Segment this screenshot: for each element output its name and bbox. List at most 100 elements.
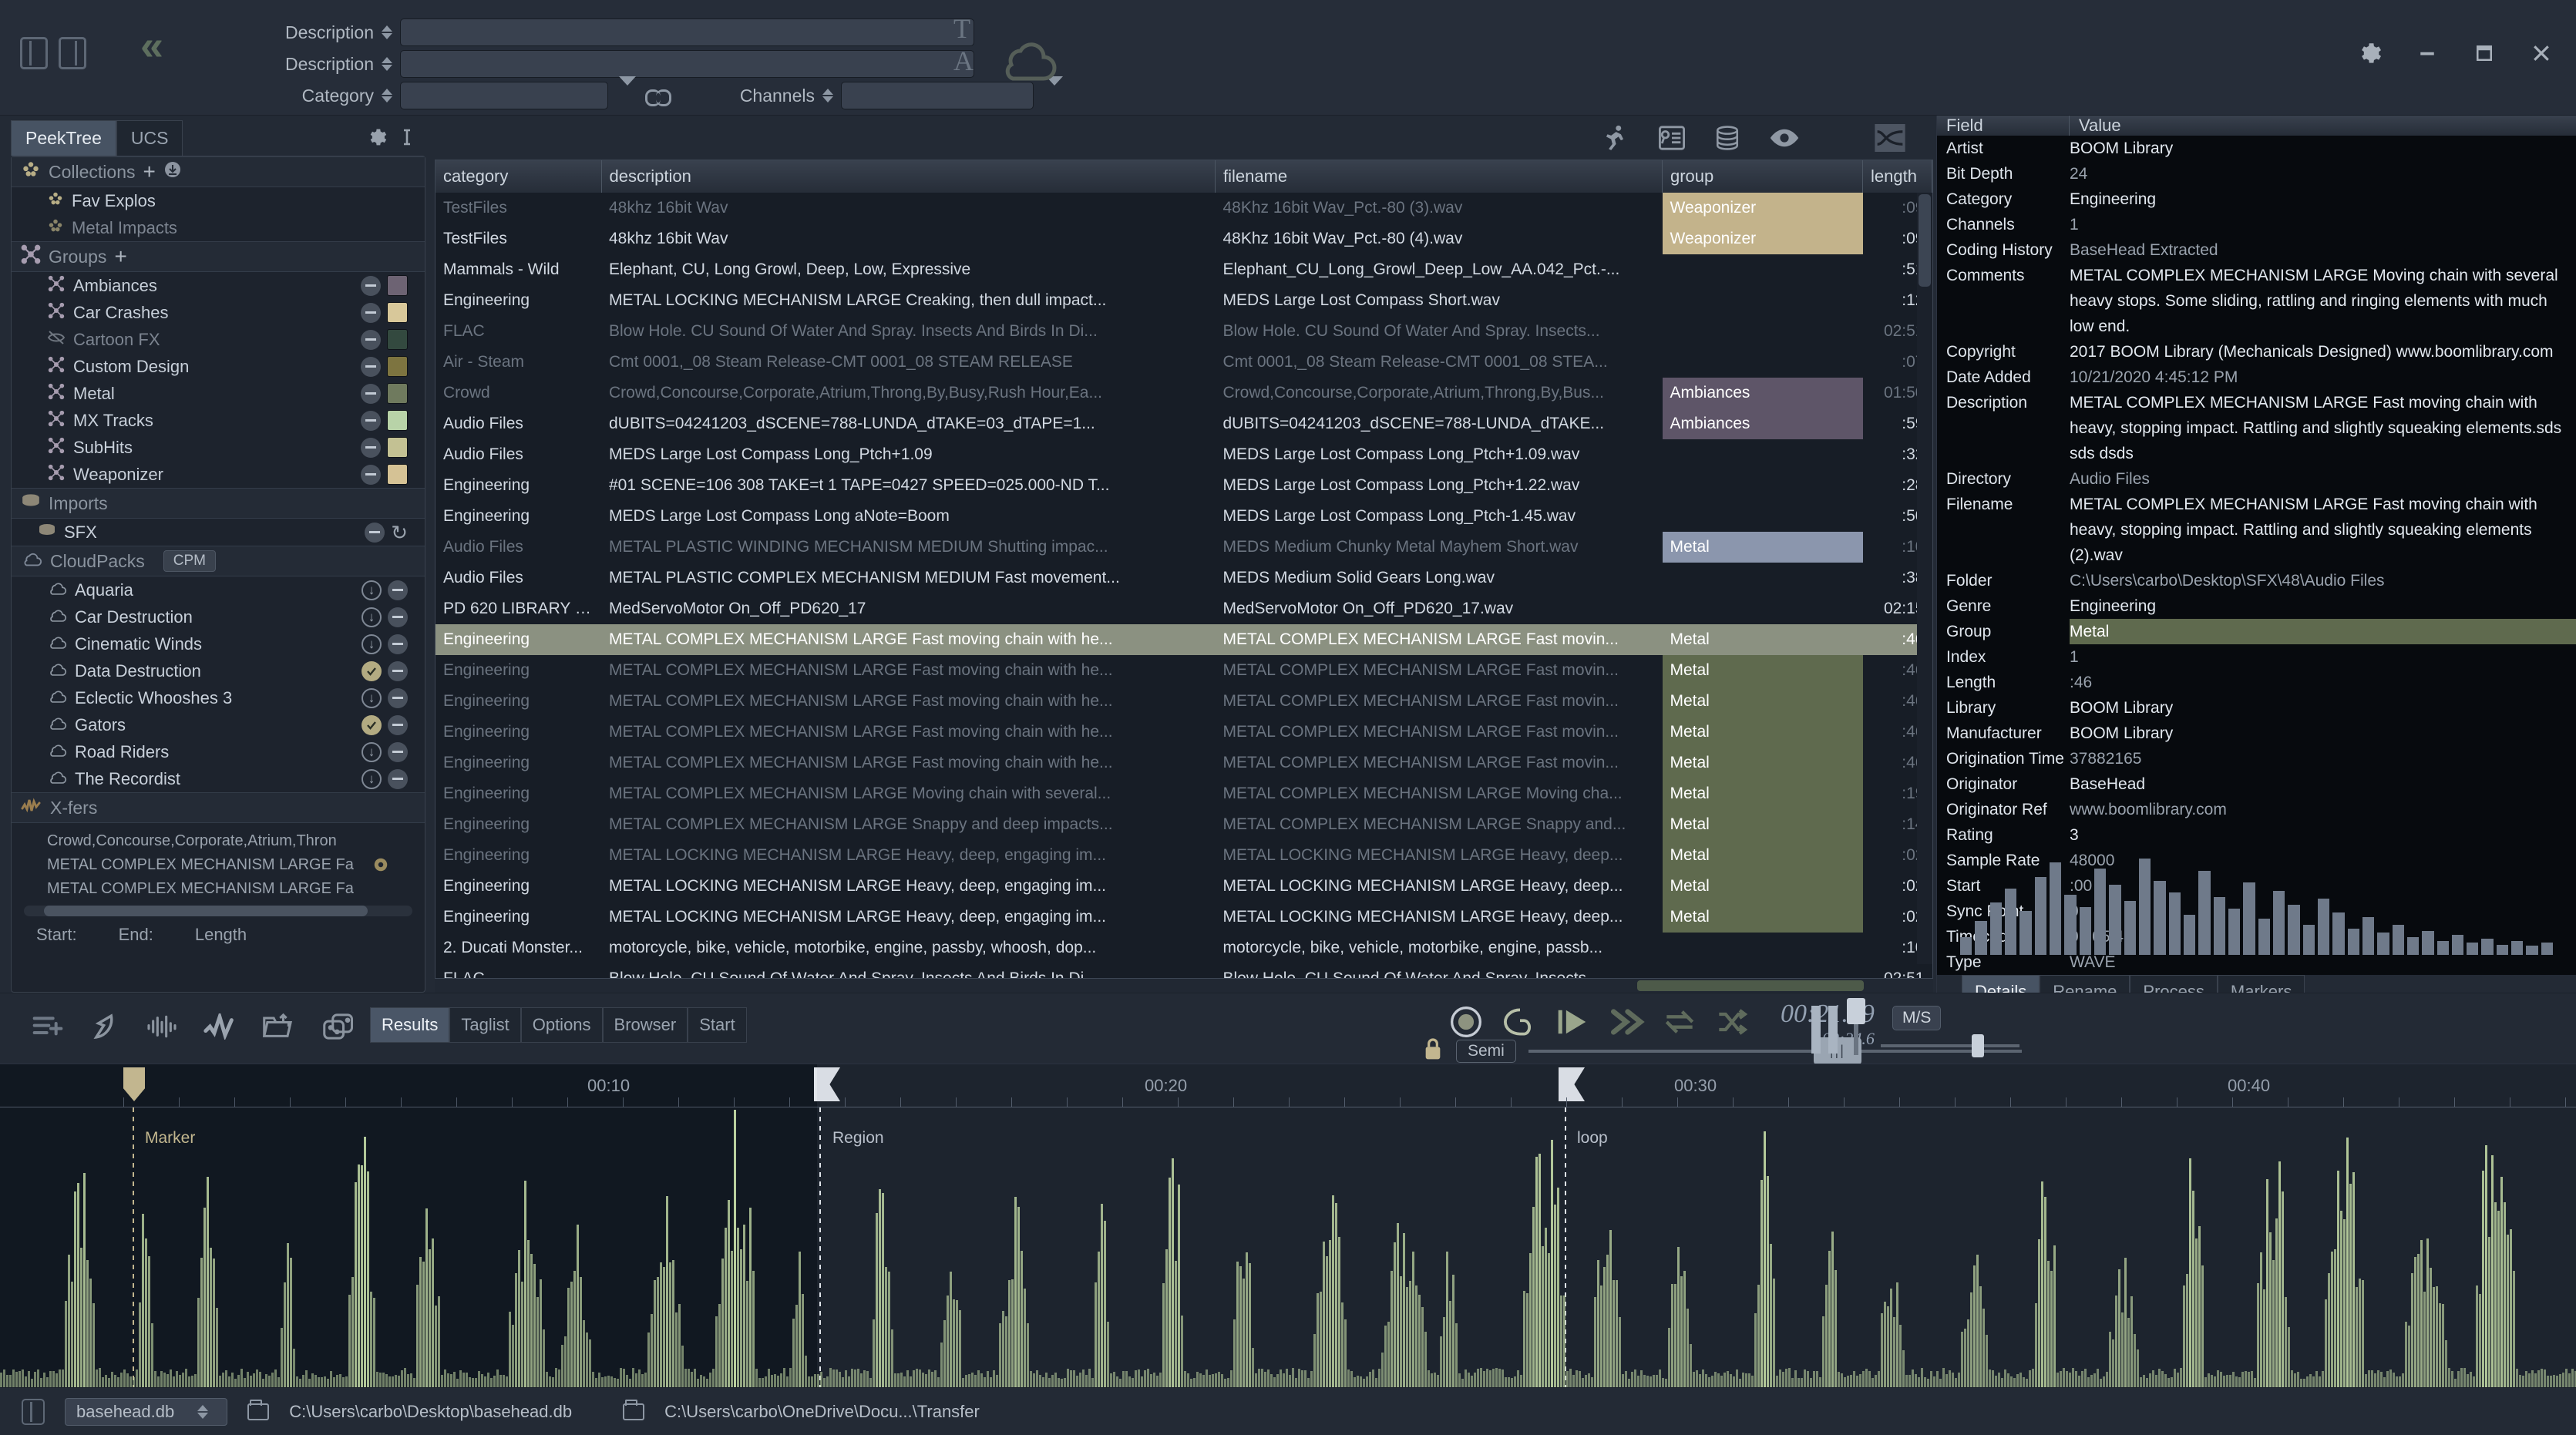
search-input-category[interactable] <box>400 82 608 109</box>
tab-peektree[interactable]: PeekTree <box>11 120 116 156</box>
link-icon[interactable] <box>645 87 671 106</box>
section-groups[interactable]: Groups + <box>12 241 425 272</box>
list-item[interactable]: Ambiances <box>12 272 425 299</box>
add-to-list-icon[interactable] <box>32 1014 63 1043</box>
downloaded-check-icon[interactable] <box>362 714 382 735</box>
sort-toggle-icon-1[interactable] <box>382 25 392 39</box>
column-header-group[interactable]: group <box>1662 160 1863 193</box>
detail-value[interactable]: Audio Files <box>2070 466 2576 492</box>
section-cloudpacks[interactable]: CloudPacks CPM <box>12 546 425 576</box>
list-item[interactable]: MX Tracks <box>12 407 425 434</box>
channels-dropdown-icon[interactable] <box>1046 76 1063 106</box>
waveform-view[interactable]: 00:10 00:20 00:30 00:40 Marker Region lo… <box>0 1064 2576 1387</box>
detail-value[interactable]: 24 <box>2070 161 2576 187</box>
list-item[interactable]: Eclectic Whooshes 3 <box>12 684 425 711</box>
table-row[interactable]: Audio Files METAL PLASTIC WINDING MECHANI… <box>435 532 1932 563</box>
remove-icon[interactable] <box>388 580 408 600</box>
group-color-swatch[interactable] <box>387 356 408 377</box>
remove-icon[interactable] <box>388 768 408 789</box>
remove-icon[interactable] <box>388 687 408 708</box>
table-row[interactable]: FLAC Blow Hole. CU Sound Of Water And Spr… <box>435 316 1932 347</box>
table-row[interactable]: Engineering #01 SCENE=106 308 TAKE=t 1 TA… <box>435 470 1932 501</box>
window-controls[interactable] <box>2356 40 2553 71</box>
list-item[interactable]: Weaponizer <box>12 461 425 488</box>
duplicate-icon[interactable] <box>322 1013 356 1045</box>
tab-options[interactable]: Options <box>520 1007 603 1043</box>
detail-value[interactable]: Engineering <box>2070 593 2576 619</box>
table-row[interactable]: Engineering METAL COMPLEX MECHANISM LARGE… <box>435 686 1932 717</box>
pitch-slider[interactable]: ||| <box>1528 1037 2022 1065</box>
remove-icon[interactable] <box>388 607 408 627</box>
download-icon[interactable] <box>362 580 382 600</box>
cloudpack-actions[interactable] <box>362 607 408 627</box>
column-header-length[interactable]: length <box>1862 160 1932 193</box>
table-row[interactable]: Audio Files MEDS Large Lost Compass Long_… <box>435 439 1932 470</box>
detail-value[interactable]: BOOM Library <box>2070 695 2576 721</box>
remove-icon[interactable] <box>361 302 381 323</box>
group-color-swatch[interactable] <box>387 464 408 485</box>
cloudpack-actions[interactable] <box>362 580 408 600</box>
detail-value[interactable]: 3 <box>2070 822 2576 848</box>
results-vertical-scrollbar[interactable] <box>1917 193 1932 965</box>
lock-icon[interactable] <box>1422 1037 1444 1066</box>
group-actions[interactable] <box>361 356 408 377</box>
table-row[interactable]: TestFiles 48khz 16bit Wav 48Khz 16bit Wav_… <box>435 193 1932 223</box>
left-tool-icons[interactable] <box>0 1010 356 1045</box>
database-dropdown-icon[interactable] <box>197 1404 209 1419</box>
list-item[interactable]: The Recordist <box>12 765 425 792</box>
list-item[interactable]: Car Crashes <box>12 299 425 326</box>
tab-ucs[interactable]: UCS <box>116 120 183 156</box>
section-imports[interactable]: Imports <box>12 488 425 519</box>
download-icon[interactable] <box>362 607 382 627</box>
download-icon[interactable] <box>362 687 382 708</box>
table-row[interactable]: FLAC Blow Hole. CU Sound Of Water And Spr… <box>435 963 1932 978</box>
column-header-filename[interactable]: filename <box>1215 160 1663 193</box>
remove-icon[interactable] <box>361 464 381 485</box>
import-collection-icon[interactable] <box>163 160 182 183</box>
detail-value[interactable]: Metal <box>2070 619 2576 644</box>
remove-icon[interactable] <box>365 522 385 543</box>
search-input-description-2[interactable] <box>400 50 974 78</box>
cloud-icon[interactable] <box>994 37 1062 86</box>
list-item[interactable]: Fav Explos <box>12 187 425 214</box>
remove-icon[interactable] <box>361 410 381 431</box>
sidebar-gear-icon[interactable] <box>365 126 387 153</box>
sidebar-horizontal-scrollbar[interactable] <box>24 906 412 916</box>
group-color-swatch[interactable] <box>387 410 408 431</box>
semi-button[interactable]: Semi <box>1456 1040 1516 1063</box>
detail-value[interactable]: METAL COMPLEX MECHANISM LARGE Fast movin… <box>2070 492 2576 568</box>
collapse-chevrons-icon[interactable]: « <box>140 25 163 66</box>
settings-gear-icon[interactable] <box>2356 40 2382 71</box>
cloudpack-actions[interactable] <box>362 660 408 681</box>
detail-value[interactable]: 10/21/2020 4:45:12 PM <box>2070 365 2576 390</box>
table-row[interactable]: Engineering METAL LOCKING MECHANISM LARGE… <box>435 871 1932 902</box>
waveform-canvas[interactable] <box>0 1107 2576 1387</box>
group-actions[interactable] <box>361 410 408 431</box>
remove-icon[interactable] <box>361 437 381 458</box>
xfer-item[interactable]: METAL COMPLEX MECHANISM LARGE Fa <box>12 853 425 877</box>
left-panel-toggle-icon[interactable] <box>20 37 48 69</box>
cloudpack-actions[interactable] <box>362 687 408 708</box>
list-item[interactable]: Cinematic Winds <box>12 630 425 657</box>
group-color-swatch[interactable] <box>387 275 408 296</box>
detail-value[interactable]: 1 <box>2070 212 2576 237</box>
group-actions[interactable] <box>361 275 408 296</box>
downloaded-check-icon[interactable] <box>362 660 382 681</box>
detail-value[interactable]: 37882165 <box>2070 746 2576 771</box>
table-row[interactable]: Engineering METAL LOCKING MECHANISM LARGE… <box>435 285 1932 316</box>
panel-layout-toggles[interactable] <box>20 37 86 69</box>
detail-value[interactable]: BOOM Library <box>2070 136 2576 161</box>
text-search-icon-a[interactable]: A <box>953 45 974 77</box>
detail-value[interactable]: BaseHead <box>2070 771 2576 797</box>
list-item[interactable]: Car Destruction <box>12 603 425 630</box>
open-folder-icon[interactable] <box>262 1013 296 1045</box>
minimize-button[interactable] <box>2416 42 2439 69</box>
import-actions[interactable]: ↻ <box>365 522 408 543</box>
tab-start[interactable]: Start <box>688 1007 747 1043</box>
remove-icon[interactable] <box>388 660 408 681</box>
cpm-badge[interactable]: CPM <box>163 550 216 572</box>
playhead-marker[interactable] <box>123 1067 145 1101</box>
table-row[interactable]: Air - Steam Cmt 0001,_08 Steam Release-CM… <box>435 347 1932 378</box>
xfer-item[interactable]: METAL COMPLEX MECHANISM LARGE Fa <box>12 877 425 901</box>
remove-icon[interactable] <box>361 356 381 377</box>
